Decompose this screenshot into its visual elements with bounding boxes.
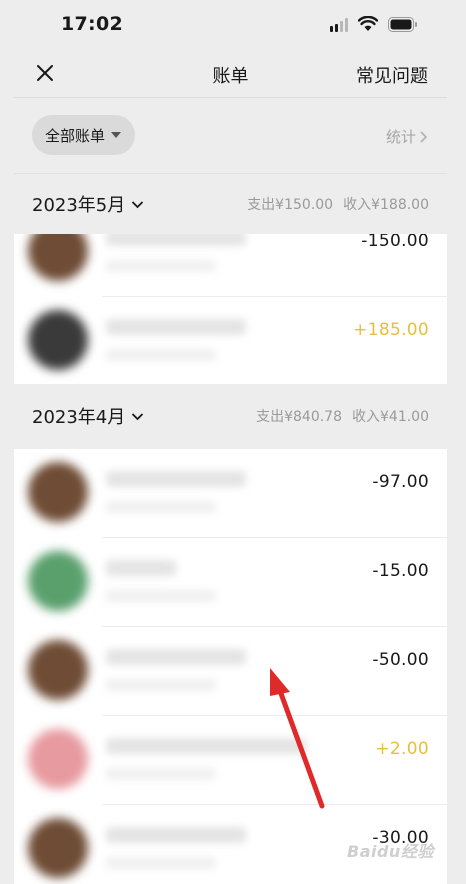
- transaction-list: -150.00 +185.00: [14, 234, 447, 384]
- avatar: [28, 551, 88, 611]
- faq-link[interactable]: 常见问题: [356, 62, 428, 88]
- month-label: 2023年5月: [32, 195, 126, 216]
- month-income: 收入¥188.00: [343, 197, 429, 213]
- blurred-name: [106, 234, 246, 246]
- transaction-amount: -150.00: [361, 234, 429, 251]
- month-expense: 支出¥840.78: [256, 409, 342, 425]
- month-expense: 支出¥150.00: [247, 197, 334, 213]
- battery-icon: [388, 17, 417, 32]
- status-bar: 17:02: [14, 0, 447, 50]
- transaction-row[interactable]: -15.00: [14, 538, 447, 627]
- bill-filter-label: 全部账单: [45, 126, 106, 145]
- avatar: [28, 640, 88, 700]
- blurred-time: [106, 590, 216, 602]
- transaction-row[interactable]: -150.00: [14, 234, 447, 297]
- month-header: 2023年5月 支出¥150.00 收入¥188.00: [14, 174, 447, 234]
- month-picker-button[interactable]: 2023年4月: [32, 403, 144, 429]
- month-totals: 支出¥840.78 收入¥41.00: [256, 406, 429, 426]
- transaction-row[interactable]: -97.00: [14, 449, 447, 538]
- avatar: [28, 462, 88, 522]
- transaction-row[interactable]: -50.00: [14, 627, 447, 716]
- chevron-right-icon: [420, 130, 428, 143]
- transaction-list: -97.00 -15.00 -50.00 +2.00 -30.00: [14, 449, 447, 884]
- watermark: Baidu经验: [347, 842, 434, 861]
- signal-icon: [330, 18, 350, 32]
- avatar: [28, 729, 88, 789]
- blurred-time: [106, 768, 216, 780]
- transaction-row[interactable]: +2.00: [14, 716, 447, 805]
- avatar: [28, 310, 88, 370]
- blurred-name: [106, 649, 246, 665]
- blurred-name: [106, 738, 306, 754]
- blurred-time: [106, 501, 216, 513]
- blurred-time: [106, 349, 216, 361]
- transaction-row[interactable]: +185.00: [14, 297, 447, 384]
- blurred-name: [106, 827, 246, 843]
- chevron-down-icon: [132, 200, 144, 208]
- transaction-amount: -15.00: [372, 561, 429, 581]
- blurred-name: [106, 319, 246, 335]
- stats-link[interactable]: 统计: [386, 126, 428, 147]
- avatar: [28, 234, 88, 281]
- month-totals: 支出¥150.00 收入¥188.00: [247, 194, 429, 214]
- month-label: 2023年4月: [32, 407, 126, 428]
- nav-bar: 账单 常见问题: [14, 50, 447, 98]
- transaction-amount: -50.00: [372, 650, 429, 670]
- transaction-amount: +185.00: [353, 320, 429, 340]
- chevron-down-icon: [132, 412, 144, 420]
- transaction-amount: +2.00: [375, 739, 429, 759]
- month-header: 2023年4月 支出¥840.78 收入¥41.00: [14, 386, 447, 446]
- bill-screen: 17:02 账单 常见问题 全部账单 统计 2023年5月 支出¥150.00 …: [14, 0, 447, 884]
- bill-filter-button[interactable]: 全部账单: [32, 115, 135, 155]
- blurred-time: [106, 260, 216, 272]
- blurred-time: [106, 679, 216, 691]
- blurred-name: [106, 471, 246, 487]
- blurred-name: [106, 560, 176, 576]
- filter-row: 全部账单 统计: [14, 98, 447, 174]
- stats-label: 统计: [385, 128, 416, 146]
- status-time: 17:02: [61, 13, 123, 35]
- blurred-time: [106, 857, 216, 869]
- avatar: [28, 818, 88, 878]
- month-income: 收入¥41.00: [352, 409, 429, 425]
- caret-down-icon: [111, 132, 122, 138]
- wifi-icon: [358, 16, 378, 31]
- month-picker-button[interactable]: 2023年5月: [32, 191, 144, 217]
- transaction-amount: -97.00: [372, 472, 429, 492]
